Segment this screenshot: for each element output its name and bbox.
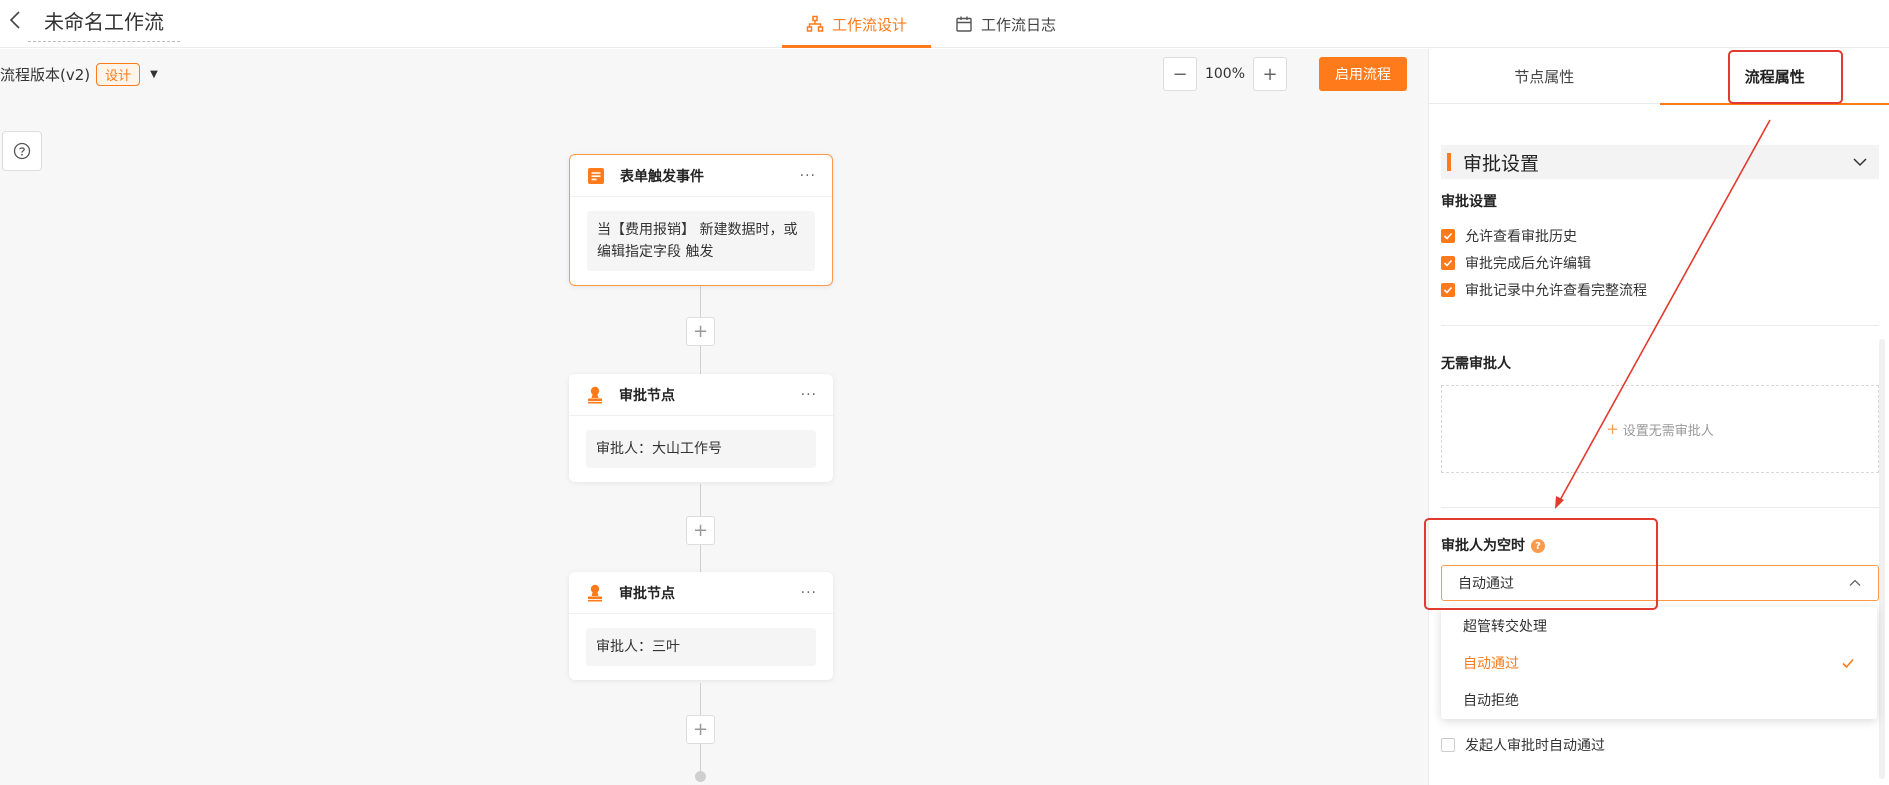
tab-workflow-design[interactable]: 工作流设计 [782, 0, 932, 48]
tab-label: 工作流日志 [981, 15, 1057, 34]
tab-flow-properties[interactable]: 流程属性 [1659, 49, 1889, 105]
chevron-down-icon [1853, 158, 1867, 167]
checkbox-checked-icon[interactable] [1441, 229, 1455, 243]
tab-workflow-log[interactable]: 工作流日志 [931, 0, 1080, 48]
checkbox-allow-history[interactable]: 允许查看审批历史 [1441, 226, 1577, 246]
zoom-level: 100% [1204, 66, 1246, 82]
checkbox-label: 允许查看审批历史 [1465, 229, 1577, 245]
properties-panel: 节点属性 流程属性 审批设置 审批设置 允许查看审批历史 审批完成后允许编辑 审… [1428, 49, 1889, 785]
checkbox-allow-edit[interactable]: 审批完成后允许编辑 [1441, 253, 1591, 273]
empty-approver-dropdown: 超管转交处理 自动通过 自动拒绝 [1441, 607, 1877, 719]
caret-down-icon[interactable]: ▼ [150, 69, 158, 80]
flow-icon [806, 15, 824, 32]
node-title: 审批节点 [619, 387, 675, 404]
node-header: 表单触发事件 ··· [570, 155, 832, 197]
empty-approver-title: 审批人为空时? [1441, 535, 1545, 555]
checkbox-unchecked-icon[interactable] [1441, 738, 1455, 752]
node-header: 审批节点 ··· [569, 374, 833, 416]
checkbox-checked-icon[interactable] [1441, 283, 1455, 297]
workflow-canvas[interactable]: 流程版本(v2) 设计 ▼ − 100% + 启用流程 + + + 表单触发事件… [0, 49, 1428, 785]
tab-node-properties[interactable]: 节点属性 [1429, 49, 1660, 104]
flow-end-dot [695, 771, 706, 782]
option-auto-reject[interactable]: 自动拒绝 [1441, 681, 1877, 718]
add-node-button[interactable]: + [686, 516, 715, 545]
add-no-approver-button[interactable]: + 设置无需审批人 [1441, 385, 1879, 473]
option-super-admin-transfer[interactable]: 超管转交处理 [1441, 607, 1877, 644]
option-label: 自动通过 [1463, 655, 1519, 672]
approver-stamp-icon [588, 386, 602, 403]
calendar-icon [956, 16, 972, 32]
add-node-button[interactable]: + [686, 317, 715, 346]
version-selector[interactable]: 流程版本(v2) 设计 ▼ [0, 63, 158, 86]
workflow-title[interactable]: 未命名工作流 [28, 4, 180, 42]
section-header-approval-settings[interactable]: 审批设置 [1441, 145, 1879, 179]
node-description: 审批人：大山工作号 [586, 430, 816, 468]
plus-icon: + [1606, 420, 1619, 438]
checkbox-checked-icon[interactable] [1441, 256, 1455, 270]
node-description: 当【费用报销】 新建数据时，或编辑指定字段 触发 [587, 211, 815, 271]
node-description: 审批人：三叶 [586, 628, 816, 666]
select-value: 自动通过 [1458, 576, 1514, 592]
option-label: 自动拒绝 [1463, 692, 1519, 709]
approval-settings-title: 审批设置 [1441, 194, 1497, 210]
zoom-in-button[interactable]: + [1253, 57, 1287, 91]
more-icon[interactable]: ··· [800, 168, 816, 184]
add-no-approver-label: 设置无需审批人 [1622, 423, 1714, 439]
section-title: 审批设置 [1463, 152, 1540, 175]
option-auto-approve[interactable]: 自动通过 [1441, 644, 1877, 681]
empty-approver-title-text: 审批人为空时 [1441, 538, 1525, 554]
add-node-button[interactable]: + [686, 715, 715, 744]
checkbox-label: 审批记录中允许查看完整流程 [1465, 283, 1647, 299]
trigger-node[interactable]: 表单触发事件 ··· 当【费用报销】 新建数据时，或编辑指定字段 触发 [569, 154, 833, 286]
empty-approver-select[interactable]: 自动通过 [1441, 565, 1879, 601]
divider [1441, 325, 1879, 326]
more-icon[interactable]: ··· [801, 387, 817, 403]
top-bar: 未命名工作流 工作流设计 工作流日志 [0, 0, 1889, 48]
checkbox-initiator-auto-approve[interactable]: 发起人审批时自动通过 [1441, 735, 1605, 755]
panel-scrollbar[interactable] [1879, 339, 1885, 779]
version-label: 流程版本(v2) [0, 66, 91, 84]
approver-stamp-icon [588, 584, 602, 601]
help-circle-icon [13, 142, 31, 160]
section-accent-bar [1447, 153, 1451, 171]
divider [1441, 507, 1879, 508]
check-icon [1842, 658, 1854, 668]
approval-node[interactable]: 审批节点 ··· 审批人：大山工作号 [569, 374, 833, 482]
node-title: 审批节点 [619, 585, 675, 602]
chevron-up-icon [1849, 579, 1861, 586]
more-icon[interactable]: ··· [801, 585, 817, 601]
tab-label: 工作流设计 [832, 15, 908, 34]
back-button[interactable] [4, 8, 28, 32]
form-icon [588, 167, 604, 184]
zoom-control: − 100% + [1163, 57, 1287, 91]
node-title: 表单触发事件 [620, 168, 704, 185]
approval-node[interactable]: 审批节点 ··· 审批人：三叶 [569, 572, 833, 680]
chevron-left-icon [9, 11, 20, 29]
help-button[interactable] [2, 131, 42, 171]
status-badge: 设计 [96, 63, 141, 86]
header-tabs: 工作流设计 工作流日志 [782, 0, 1080, 48]
option-label: 超管转交处理 [1463, 618, 1547, 635]
zoom-out-button[interactable]: − [1163, 57, 1197, 91]
enable-workflow-button[interactable]: 启用流程 [1319, 57, 1407, 91]
checkbox-label: 审批完成后允许编辑 [1465, 256, 1591, 272]
no-approver-title: 无需审批人 [1441, 356, 1511, 372]
checkbox-allow-full-flow[interactable]: 审批记录中允许查看完整流程 [1441, 280, 1647, 300]
help-icon[interactable]: ? [1531, 539, 1545, 553]
panel-tabs: 节点属性 流程属性 [1429, 49, 1889, 105]
checkbox-label: 发起人审批时自动通过 [1465, 738, 1605, 754]
node-header: 审批节点 ··· [569, 572, 833, 614]
